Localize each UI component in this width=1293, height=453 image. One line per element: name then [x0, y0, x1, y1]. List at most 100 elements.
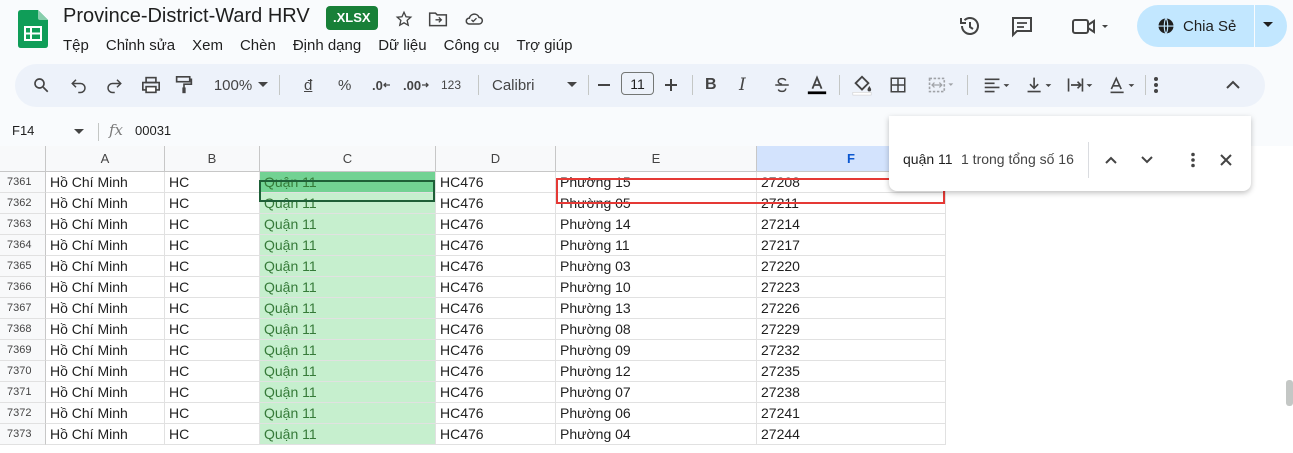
grid-cell[interactable]: Phường 11	[556, 235, 757, 256]
grid-cell[interactable]: HC476	[436, 382, 556, 403]
bold-icon[interactable]: B	[705, 73, 717, 97]
column-header-e[interactable]: E	[556, 146, 757, 172]
grid-cell[interactable]: 27232	[757, 340, 946, 361]
grid-cell[interactable]: HC476	[436, 256, 556, 277]
menu-help[interactable]: Trợ giúp	[516, 37, 572, 54]
meet-call-icon[interactable]	[1066, 12, 1114, 40]
grid-cell[interactable]: Hồ Chí Minh	[46, 214, 165, 235]
find-previous-icon[interactable]	[1099, 148, 1123, 172]
font-select[interactable]: Calibri	[492, 73, 577, 97]
grid-cell[interactable]: HC	[165, 172, 260, 193]
decrease-decimal-button[interactable]: .0	[372, 73, 391, 97]
grid-cell[interactable]: HC	[165, 319, 260, 340]
decrease-font-size-icon[interactable]	[597, 73, 611, 97]
grid-cell[interactable]: HC476	[436, 298, 556, 319]
grid-cell[interactable]: Hồ Chí Minh	[46, 298, 165, 319]
cloud-status-icon[interactable]	[463, 8, 485, 30]
increase-decimal-button[interactable]: .00	[403, 73, 429, 97]
grid-cell[interactable]: Phường 12	[556, 361, 757, 382]
grid-cell[interactable]: HC	[165, 382, 260, 403]
more-options-icon[interactable]	[1153, 73, 1159, 97]
column-header-b[interactable]: B	[165, 146, 260, 172]
grid-cell[interactable]: Quận 11	[260, 340, 436, 361]
row-header[interactable]: 7363	[0, 214, 46, 235]
search-menus-icon[interactable]	[32, 73, 50, 97]
column-header-a[interactable]: A	[46, 146, 165, 172]
menu-view[interactable]: Xem	[192, 37, 223, 54]
grid-cell[interactable]: Hồ Chí Minh	[46, 340, 165, 361]
grid-cell[interactable]: Hồ Chí Minh	[46, 319, 165, 340]
grid-cell[interactable]: Hồ Chí Minh	[46, 382, 165, 403]
number-format-button[interactable]: 123	[441, 73, 461, 97]
grid-cell[interactable]: Quận 11	[260, 424, 436, 445]
grid-cell[interactable]: Hồ Chí Minh	[46, 172, 165, 193]
grid-cell[interactable]: Phường 06	[556, 403, 757, 424]
grid-cell[interactable]: HC476	[436, 340, 556, 361]
share-dropdown-icon[interactable]	[1263, 22, 1273, 27]
merge-cells-icon[interactable]	[923, 73, 959, 97]
formula-input[interactable]: 00031	[135, 123, 171, 138]
document-title[interactable]: Province-District-Ward HRV	[63, 5, 310, 28]
grid-cell[interactable]: Hồ Chí Minh	[46, 403, 165, 424]
grid-cell[interactable]: Phường 09	[556, 340, 757, 361]
undo-icon[interactable]	[70, 73, 88, 97]
grid-cell[interactable]: Quận 11	[260, 361, 436, 382]
grid-cell[interactable]: HC476	[436, 172, 556, 193]
grid-cell[interactable]: HC	[165, 361, 260, 382]
grid-cell[interactable]: Phường 08	[556, 319, 757, 340]
row-header[interactable]: 7372	[0, 403, 46, 424]
sheets-logo-icon[interactable]	[18, 10, 48, 48]
redo-icon[interactable]	[105, 73, 123, 97]
grid-cell[interactable]: Quận 11	[260, 256, 436, 277]
increase-font-size-icon[interactable]	[664, 73, 678, 97]
grid-cell[interactable]: HC	[165, 256, 260, 277]
grid-cell[interactable]: 27235	[757, 361, 946, 382]
grid-cell[interactable]: 27226	[757, 298, 946, 319]
row-header[interactable]: 7368	[0, 319, 46, 340]
menu-data[interactable]: Dữ liệu	[378, 37, 426, 54]
grid-cell[interactable]: Phường 04	[556, 424, 757, 445]
grid-cell[interactable]: 27241	[757, 403, 946, 424]
print-icon[interactable]	[141, 73, 161, 97]
grid-cell[interactable]: Quận 11	[260, 403, 436, 424]
grid-cell[interactable]: 27244	[757, 424, 946, 445]
row-header[interactable]: 7361	[0, 172, 46, 193]
strikethrough-icon[interactable]	[773, 73, 791, 97]
grid-cell[interactable]: HC	[165, 235, 260, 256]
grid-cell[interactable]: Quận 11	[260, 214, 436, 235]
grid-cell[interactable]: HC476	[436, 424, 556, 445]
grid-cell[interactable]: Hồ Chí Minh	[46, 277, 165, 298]
grid-cell[interactable]: Quận 11	[260, 382, 436, 403]
find-options-icon[interactable]	[1181, 148, 1205, 172]
paint-format-icon[interactable]	[175, 73, 193, 97]
version-history-icon[interactable]	[956, 12, 984, 40]
row-header[interactable]: 7371	[0, 382, 46, 403]
zoom-select[interactable]: 100%	[211, 73, 271, 97]
grid-cell[interactable]: HC	[165, 340, 260, 361]
grid-cell[interactable]: Phường 10	[556, 277, 757, 298]
row-header[interactable]: 7364	[0, 235, 46, 256]
column-header-d[interactable]: D	[436, 146, 556, 172]
grid-cell[interactable]: Phường 03	[556, 256, 757, 277]
find-next-icon[interactable]	[1135, 148, 1159, 172]
grid-cell[interactable]: Phường 13	[556, 298, 757, 319]
name-box-dropdown-icon[interactable]	[74, 129, 84, 135]
grid-cell[interactable]: Quận 11	[260, 277, 436, 298]
grid-cell[interactable]: Hồ Chí Minh	[46, 424, 165, 445]
grid-cell[interactable]: 27217	[757, 235, 946, 256]
grid-cell[interactable]: Quận 11	[260, 235, 436, 256]
grid-cell[interactable]: Hồ Chí Minh	[46, 361, 165, 382]
grid-cell[interactable]: HC476	[436, 403, 556, 424]
fill-color-icon[interactable]	[851, 73, 873, 97]
move-folder-icon[interactable]	[427, 8, 449, 30]
select-all-corner[interactable]	[0, 146, 46, 172]
menu-insert[interactable]: Chèn	[240, 37, 276, 54]
column-header-c[interactable]: C	[260, 146, 436, 172]
grid-cell[interactable]: 27229	[757, 319, 946, 340]
row-header[interactable]: 7369	[0, 340, 46, 361]
borders-icon[interactable]	[889, 73, 907, 97]
grid-cell[interactable]: 27214	[757, 214, 946, 235]
grid-cell[interactable]: Hồ Chí Minh	[46, 235, 165, 256]
row-header[interactable]: 7365	[0, 256, 46, 277]
grid-cell[interactable]: HC	[165, 277, 260, 298]
